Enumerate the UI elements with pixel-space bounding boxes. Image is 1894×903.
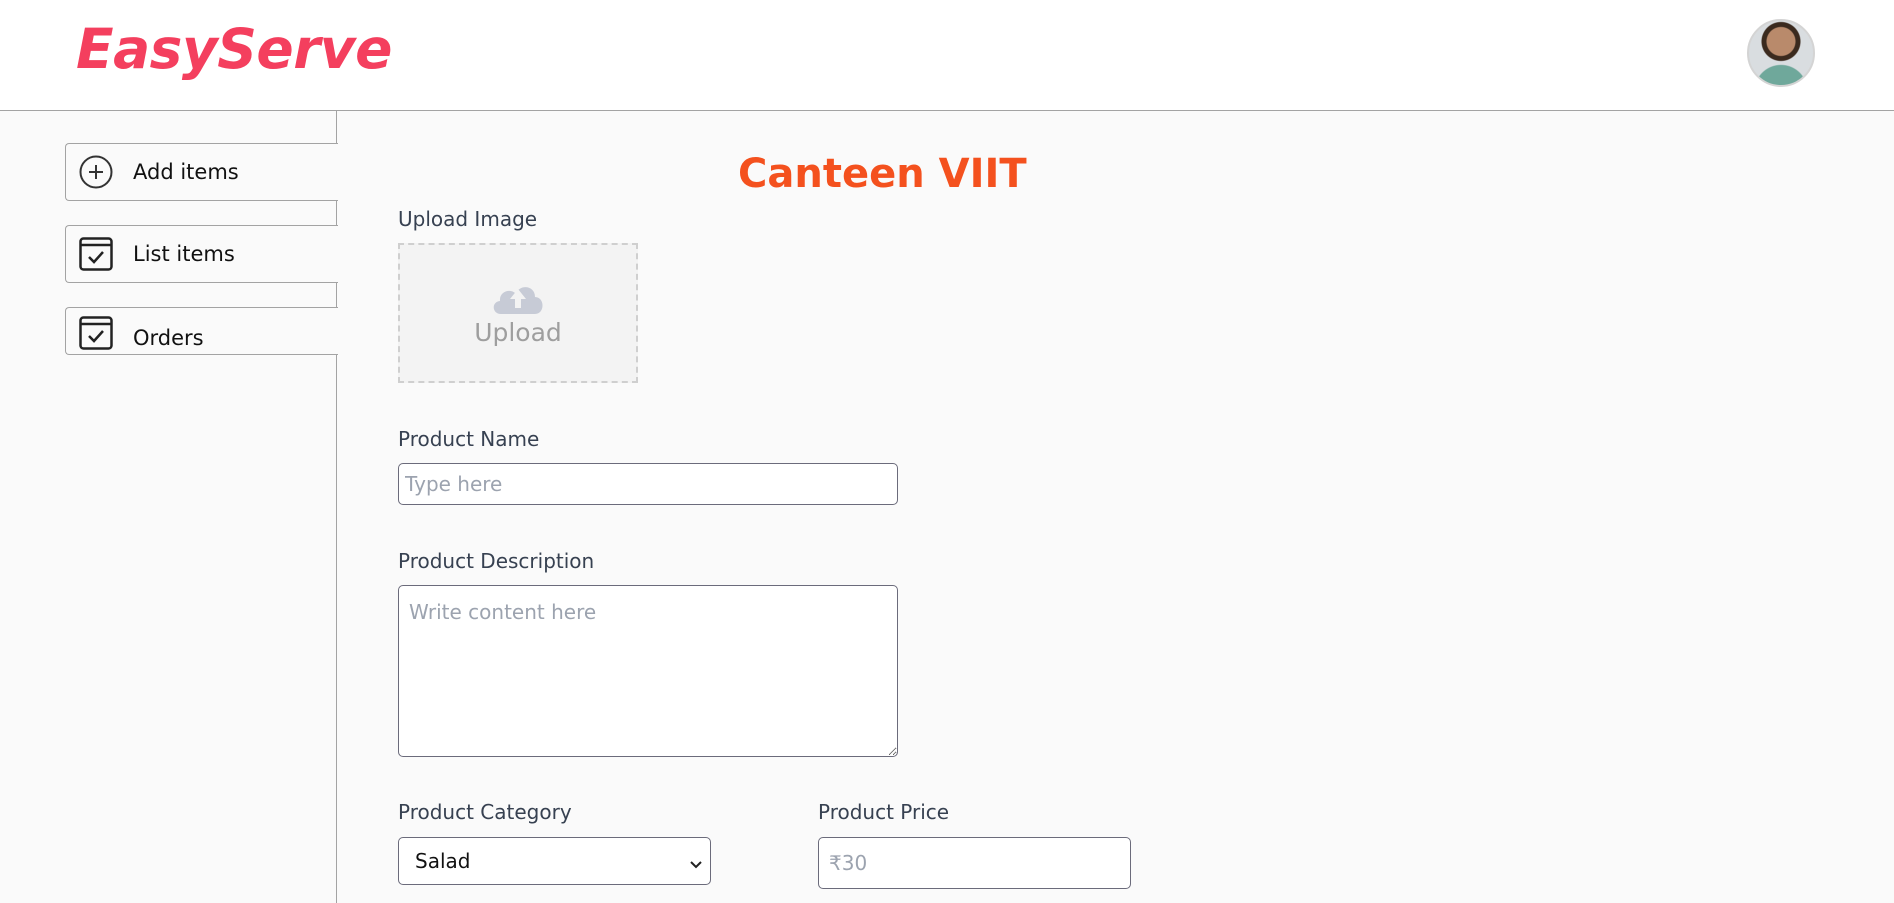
user-avatar[interactable] (1747, 19, 1815, 87)
upload-image-label: Upload Image (398, 207, 538, 231)
sidebar-item-add-items[interactable]: Add items (65, 143, 338, 201)
image-upload-area[interactable]: Upload (398, 243, 638, 383)
checkbox-icon (79, 237, 113, 271)
product-category-label: Product Category (398, 800, 572, 824)
brand-logo[interactable]: EasyServe (76, 22, 392, 77)
product-description-textarea[interactable] (398, 585, 898, 757)
product-price-input[interactable] (818, 837, 1131, 889)
product-name-input[interactable] (398, 463, 898, 505)
product-description-label: Product Description (398, 549, 595, 573)
upload-text: Upload (474, 317, 562, 347)
sidebar-item-list-items[interactable]: List items (65, 225, 338, 283)
cloud-upload-icon (489, 280, 547, 320)
sidebar-item-label: Orders (133, 326, 204, 350)
sidebar: Add items List items Orders (0, 111, 338, 903)
product-category-value: Salad (415, 849, 471, 873)
sidebar-item-label: List items (133, 242, 235, 266)
sidebar-item-label: Add items (133, 160, 239, 184)
add-circle-icon (79, 155, 113, 189)
product-price-label: Product Price (818, 800, 950, 824)
product-category-select[interactable]: Salad (398, 837, 711, 885)
page-title: Canteen VIIT (738, 151, 1027, 197)
top-header: EasyServe (0, 0, 1894, 111)
checkbox-icon (79, 316, 113, 350)
sidebar-item-orders[interactable]: Orders (65, 307, 338, 355)
product-name-label: Product Name (398, 427, 540, 451)
